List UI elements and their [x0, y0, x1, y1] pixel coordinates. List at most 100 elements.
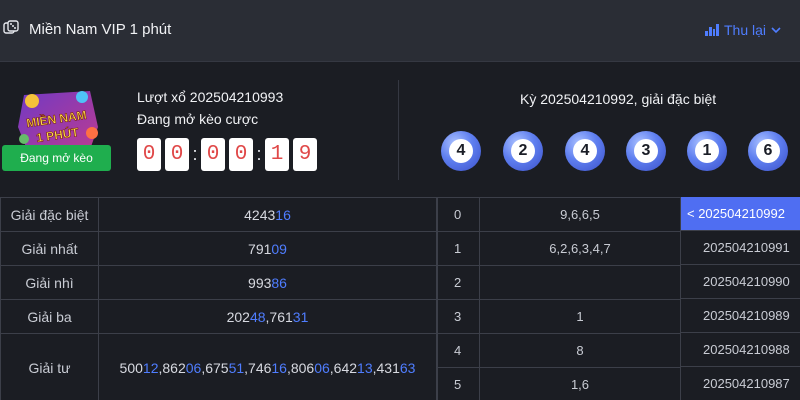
bar-chart-icon — [705, 24, 719, 36]
prize-name: Giải nhất — [0, 231, 99, 266]
loto-head: 5 — [437, 367, 480, 400]
prize-digits: 791 — [248, 240, 272, 257]
prize-digits-highlight: 06 — [314, 359, 330, 376]
panel-title: Miền Nam VIP 1 phút — [29, 21, 172, 38]
table-row: 5 1,6 — [437, 367, 681, 400]
timer-digit: 1 — [265, 138, 289, 171]
prize-table: Giải đặc biệt 424316 Giải nhất 79109 Giả… — [0, 197, 437, 400]
prize-value: 99386 — [98, 265, 437, 300]
prize-name: Giải đặc biệt — [0, 197, 99, 232]
result-ball: 3 — [626, 131, 666, 171]
prize-digits-highlight: 12 — [142, 359, 159, 376]
table-row: 2 — [437, 265, 681, 300]
table-row: Giải ba 20248,76131 — [0, 299, 437, 334]
table-row: Giải nhì 99386 — [0, 265, 437, 300]
prize-digits: ,431 — [372, 359, 400, 376]
loto-tail: 9,6,6,5 — [479, 197, 681, 232]
prize-digits: ,642 — [329, 359, 358, 376]
result-ball: 4 — [565, 131, 605, 171]
panel-header: Miền Nam VIP 1 phút Thu lại — [0, 0, 800, 62]
prize-digits-highlight: 31 — [292, 308, 309, 325]
table-row: 31 — [437, 299, 681, 334]
ball-number: 4 — [573, 139, 597, 163]
prize-value: 50012,86206,67551,74616,80606,64213,4316… — [98, 333, 437, 400]
timer-separator: : — [192, 144, 198, 164]
history-item[interactable]: 202504210987 — [681, 367, 800, 400]
loto-head: 0 — [437, 197, 480, 232]
draw-history-list: < 202504210992 202504210991 202504210990… — [681, 197, 800, 400]
prize-digits: ,746 — [244, 359, 272, 376]
loto-head: 2 — [437, 265, 480, 300]
ball-number: 6 — [756, 139, 780, 163]
ball-number: 1 — [695, 139, 719, 163]
prize-digits: 4243 — [244, 206, 276, 223]
table-row: 1 6,2,6,3,4,7 — [437, 231, 681, 266]
prize-name: Giải ba — [0, 299, 99, 334]
collapse-label: Thu lại — [724, 22, 767, 38]
prize-digits-highlight: 51 — [228, 359, 245, 376]
table-row: Giải đặc biệt 424316 — [0, 197, 437, 232]
result-ball: 4 — [441, 131, 481, 171]
result-balls: 4 2 4 3 1 6 — [441, 131, 800, 171]
prize-digits: ,761 — [265, 308, 293, 325]
loto-tail: 1,6 — [479, 367, 681, 400]
prize-digits: ,675 — [201, 359, 229, 376]
loto-tail: 8 — [479, 333, 681, 368]
timer-digit: 0 — [137, 138, 161, 171]
history-item[interactable]: 202504210988 — [681, 333, 800, 367]
prize-digits: ,862 — [158, 359, 186, 376]
ball-number: 4 — [449, 139, 473, 163]
result-ball: 2 — [503, 131, 543, 171]
prize-digits-highlight: 09 — [271, 240, 287, 257]
divider — [398, 80, 399, 180]
countdown-timer: 0 0 : 0 0 : 1 9 — [137, 138, 317, 171]
prize-digits-highlight: 48 — [249, 308, 266, 325]
table-row: Giải nhất 79109 — [0, 231, 437, 266]
prize-name: Giải nhì — [0, 265, 99, 300]
current-round-label: Lượt xổ 202504210993 — [137, 89, 284, 105]
table-row: 48 — [437, 333, 681, 368]
history-item[interactable]: 202504210990 — [681, 265, 800, 299]
timer-digit: 0 — [229, 138, 253, 171]
prize-digits-highlight: 13 — [357, 359, 373, 376]
loto-head: 4 — [437, 333, 480, 368]
last-draw-label: Kỳ 202504210992, giải đặc biệt — [520, 91, 717, 107]
prize-value: 79109 — [98, 231, 437, 266]
loto-tail — [479, 265, 681, 300]
timer-digit: 0 — [201, 138, 225, 171]
betting-status-label: Đang mở kèo cược — [137, 111, 259, 127]
prize-digits: 202 — [226, 308, 250, 325]
history-item[interactable]: 202504210989 — [681, 299, 800, 333]
prize-digits: ,806 — [286, 359, 315, 376]
prize-digits-highlight: 86 — [271, 274, 287, 291]
loto-tail: 1 — [479, 299, 681, 334]
loto-head: 3 — [437, 299, 480, 334]
dice-icon — [3, 20, 19, 34]
prize-digits-highlight: 63 — [399, 359, 416, 376]
prize-digits: 500 — [119, 359, 143, 376]
loto-table: 0 9,6,6,5 1 6,2,6,3,4,7 2 31 48 5 1,6 — [437, 197, 681, 400]
collapse-button[interactable]: Thu lại — [705, 22, 782, 38]
status-badge: Đang mở kèo — [2, 145, 111, 171]
lottery-panel: Miền Nam VIP 1 phút Thu lại MIỀN NAM 1 P… — [0, 0, 800, 400]
prize-digits-highlight: 16 — [271, 359, 287, 376]
history-item-selected[interactable]: < 202504210992 — [681, 197, 800, 231]
ball-number: 2 — [511, 139, 535, 163]
prize-digits-highlight: 06 — [185, 359, 202, 376]
history-item[interactable]: 202504210991 — [681, 231, 800, 265]
draw-info — [0, 63, 800, 196]
loto-head: 1 — [437, 231, 480, 266]
prize-value: 424316 — [98, 197, 437, 232]
timer-digit: 9 — [293, 138, 317, 171]
prize-value: 20248,76131 — [98, 299, 437, 334]
prize-digits-highlight: 16 — [275, 206, 291, 223]
table-row: Giải tư 50012,86206,67551,74616,80606,64… — [0, 333, 437, 400]
prize-name: Giải tư — [0, 333, 99, 400]
ball-number: 3 — [634, 139, 658, 163]
table-row: 0 9,6,6,5 — [437, 197, 681, 232]
prize-digits: 993 — [248, 274, 272, 291]
timer-digit: 0 — [165, 138, 189, 171]
loto-tail: 6,2,6,3,4,7 — [479, 231, 681, 266]
chevron-down-icon — [771, 27, 781, 34]
result-ball: 6 — [748, 131, 788, 171]
